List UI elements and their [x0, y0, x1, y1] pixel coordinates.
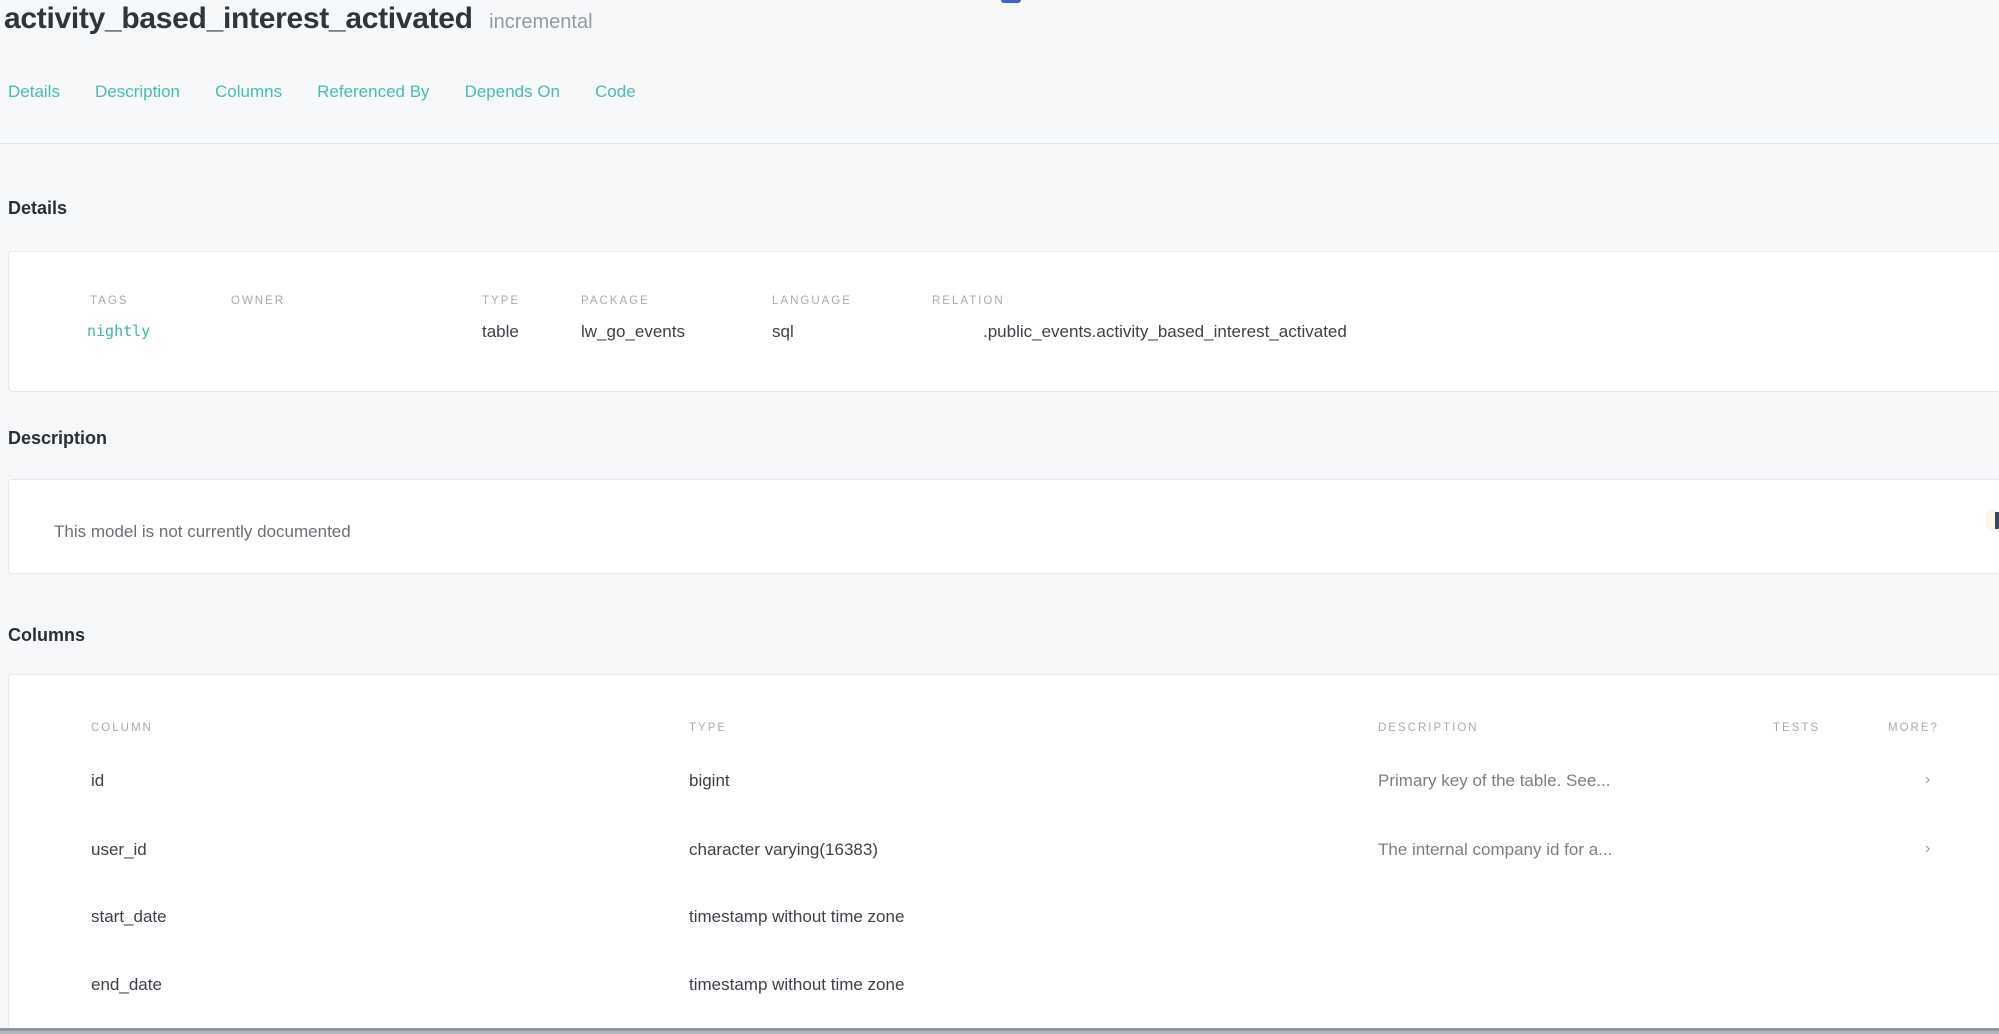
- relation-label: RELATION: [932, 295, 1005, 307]
- tab-description[interactable]: Description: [95, 82, 180, 102]
- language-label: LANGUAGE: [772, 295, 852, 307]
- type-label: TYPE: [482, 295, 520, 307]
- column-type: timestamp without time zone: [689, 975, 904, 995]
- column-row-user-id[interactable]: user_id character varying(16383) The int…: [9, 840, 1999, 888]
- column-row-end-date[interactable]: end_date timestamp without time zone: [9, 975, 1999, 1023]
- tab-code[interactable]: Code: [595, 82, 636, 102]
- tag-nightly[interactable]: nightly: [87, 322, 150, 340]
- expand-chevron-icon[interactable]: ›: [1925, 771, 1930, 789]
- clipped-right-element: [1995, 512, 1999, 529]
- columns-card: COLUMN TYPE DESCRIPTION TESTS MORE? id b…: [8, 674, 1999, 1034]
- column-name: user_id: [91, 840, 147, 860]
- tab-referenced-by[interactable]: Referenced By: [317, 82, 429, 102]
- owner-label: OWNER: [231, 295, 285, 307]
- column-type: bigint: [689, 771, 730, 791]
- type-value: table: [482, 322, 519, 342]
- page-title: activity_based_interest_activated: [4, 2, 473, 35]
- column-row-start-date[interactable]: start_date timestamp without time zone: [9, 907, 1999, 955]
- details-section-heading: Details: [8, 198, 67, 219]
- header-divider: [0, 143, 1999, 144]
- language-value: sql: [772, 322, 794, 342]
- columns-section-heading: Columns: [8, 625, 85, 646]
- column-name: end_date: [91, 975, 162, 995]
- description-card: This model is not currently documented: [8, 479, 1999, 574]
- tags-label: TAGS: [90, 295, 128, 307]
- column-type: character varying(16383): [689, 840, 878, 860]
- description-section-heading: Description: [8, 428, 107, 449]
- column-type: timestamp without time zone: [689, 907, 904, 927]
- columns-table-header: COLUMN TYPE DESCRIPTION TESTS MORE?: [9, 722, 1999, 742]
- column-description: The internal company id for a...: [1378, 840, 1612, 860]
- header-tests: TESTS: [1773, 722, 1820, 734]
- materialization-badge: incremental: [489, 11, 592, 33]
- header-more: MORE?: [1888, 722, 1939, 734]
- header-type: TYPE: [689, 722, 727, 734]
- tab-columns[interactable]: Columns: [215, 82, 282, 102]
- package-label: PACKAGE: [581, 295, 650, 307]
- column-name: start_date: [91, 907, 167, 927]
- column-description: Primary key of the table. See...: [1378, 771, 1610, 791]
- description-text: This model is not currently documented: [54, 522, 351, 542]
- details-card: TAGS nightly OWNER TYPE table PACKAGE lw…: [8, 251, 1999, 392]
- dbt-docs-model-page: activity_based_interest_activated increm…: [0, 0, 1999, 1034]
- section-nav: Details Description Columns Referenced B…: [8, 82, 636, 102]
- page-header: activity_based_interest_activated increm…: [4, 2, 593, 36]
- header-column: COLUMN: [91, 722, 153, 734]
- clipped-top-element: [1001, 0, 1021, 3]
- relation-value: .public_events.activity_based_interest_a…: [983, 322, 1347, 342]
- package-value: lw_go_events: [581, 322, 685, 342]
- tab-depends-on[interactable]: Depends On: [465, 82, 560, 102]
- tab-details[interactable]: Details: [8, 82, 60, 102]
- expand-chevron-icon[interactable]: ›: [1925, 840, 1930, 858]
- header-description: DESCRIPTION: [1378, 722, 1479, 734]
- column-row-id[interactable]: id bigint Primary key of the table. See.…: [9, 771, 1999, 819]
- column-name: id: [91, 771, 104, 791]
